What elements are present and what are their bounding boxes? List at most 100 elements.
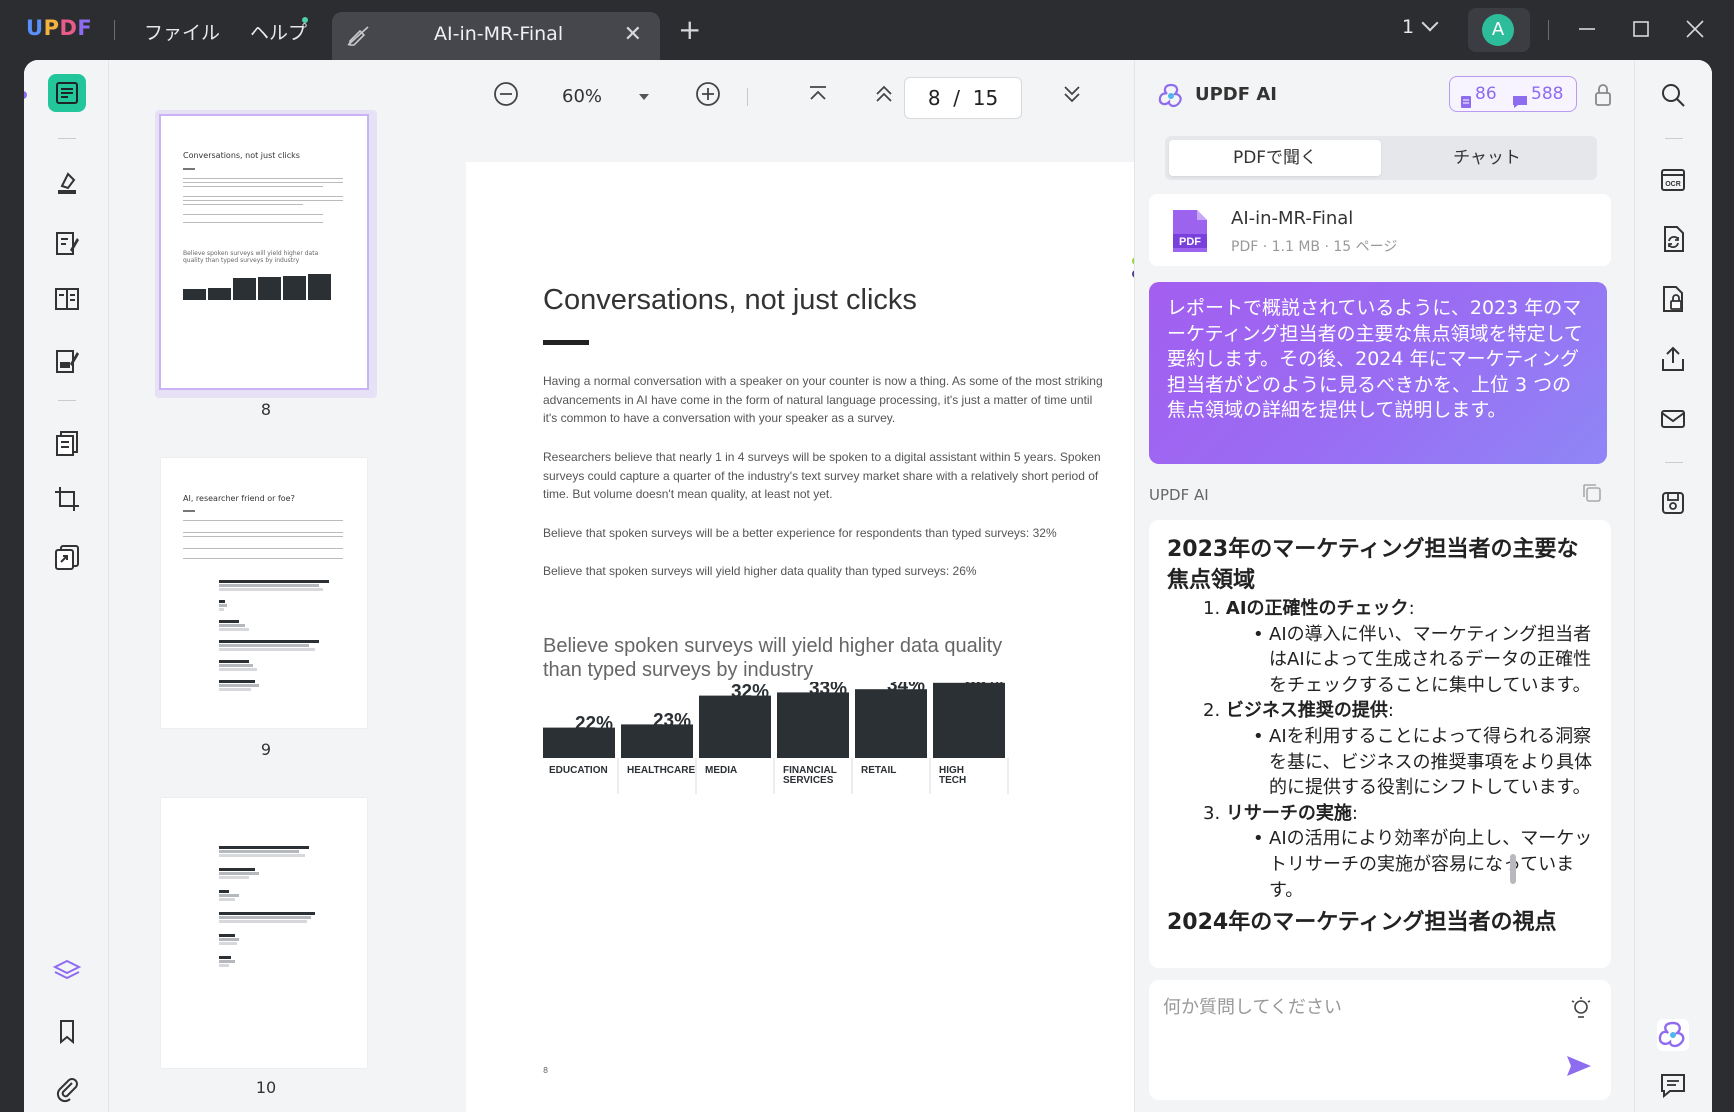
category-label: MEDIA — [705, 765, 737, 776]
thumb-hbar — [219, 854, 305, 857]
protect-pdf-icon[interactable] — [1658, 284, 1688, 314]
ai-credits-badge[interactable]: 86 588 — [1449, 76, 1577, 112]
zoom-level[interactable]: 60% — [562, 86, 602, 107]
category-label: RETAIL — [861, 765, 896, 776]
page-layout-button[interactable] — [48, 280, 86, 318]
thumb-bar — [258, 277, 281, 300]
ai-response-card[interactable]: 2023年のマーケティング担当者の主要な焦点領域 1. AIの正確性のチェック:… — [1149, 520, 1611, 968]
minimize-icon[interactable] — [1572, 14, 1602, 44]
chevron-down-icon — [1421, 14, 1439, 32]
thumb-hbar — [219, 942, 237, 945]
pdf-page[interactable]: Conversations, not just clicks Having a … — [466, 162, 1136, 1112]
item-number: 3. — [1203, 802, 1221, 824]
zoom-dropdown-icon[interactable] — [639, 94, 649, 100]
edit-pdf-button[interactable] — [48, 224, 86, 262]
item-title: AIの正確性のチェック — [1225, 598, 1409, 619]
lightbulb-icon[interactable] — [1569, 996, 1593, 1022]
crop-tool-button[interactable] — [48, 480, 86, 518]
save-icon[interactable] — [1658, 488, 1688, 518]
thumb-text-line — [183, 200, 343, 201]
thumb-text-line — [183, 548, 343, 549]
email-icon[interactable] — [1658, 404, 1688, 434]
thumbnail-panel[interactable]: Conversations, not just clicks Believe s… — [108, 60, 442, 1112]
total-pages: 15 — [972, 86, 999, 110]
avatar: A — [1482, 14, 1514, 46]
item-number: 1. — [1203, 598, 1221, 619]
category-label: SERVICES — [783, 775, 834, 786]
svg-text:OCR: OCR — [1665, 181, 1681, 188]
page-heading: Conversations, not just clicks — [543, 284, 917, 316]
item-title: ビジネス推奨の提供 — [1225, 700, 1388, 722]
file-meta: PDF · 1.1 MB · 15 ページ — [1231, 239, 1398, 255]
zoom-in-icon[interactable] — [694, 80, 722, 108]
chat-credits: 588 — [1531, 84, 1564, 104]
convert-tool-button[interactable] — [48, 538, 86, 576]
new-tab-button[interactable]: + — [678, 16, 701, 44]
send-icon[interactable] — [1565, 1054, 1593, 1078]
updf-ai-toggle-icon[interactable] — [1656, 1018, 1690, 1052]
thumb-title: Conversations, not just clicks — [183, 151, 300, 160]
attachments-button[interactable] — [48, 1070, 86, 1108]
pages-icon — [56, 431, 78, 456]
menu-file[interactable]: ファイル — [144, 18, 220, 45]
response-list: 1. AIの正確性のチェック: AIの導入に伴い、マーケティング担当者はAIによ… — [1167, 596, 1593, 903]
page-thumbnail-8[interactable]: Conversations, not just clicks Believe s… — [159, 114, 369, 390]
document-credit-icon — [1460, 87, 1472, 121]
question-input[interactable] — [1163, 992, 1533, 1022]
updf-logo[interactable]: UPDF — [26, 16, 92, 40]
ocr-icon[interactable]: OCR — [1658, 164, 1688, 194]
thumb-hbar — [219, 628, 249, 631]
ai-mode-tabs: PDFで聞く チャット — [1165, 136, 1597, 180]
previous-page-icon[interactable] — [870, 80, 898, 108]
response-heading: 2023年のマーケティング担当者の主要な焦点領域 — [1167, 537, 1579, 593]
close-window-icon[interactable] — [1680, 14, 1710, 44]
organize-pages-button[interactable] — [48, 424, 86, 462]
thumb-hbar — [219, 640, 319, 643]
document-tab[interactable]: AI-in-MR-Final ✕ — [332, 12, 660, 60]
page-thumbnail-9[interactable]: AI, researcher friend or foe? — [161, 458, 367, 728]
zoom-out-icon[interactable] — [492, 80, 520, 108]
tab-close-icon[interactable]: ✕ — [624, 22, 642, 47]
page-thumbnail-10[interactable] — [161, 798, 367, 1068]
layers-button[interactable] — [48, 952, 86, 990]
bar-value-label: 23% — [653, 710, 691, 731]
thumb-hbar — [219, 916, 311, 919]
comment-tool-button[interactable] — [48, 164, 86, 202]
layers-icon — [52, 959, 82, 980]
bar-2 — [699, 695, 771, 758]
convert-pdf-icon[interactable] — [1658, 224, 1688, 254]
thumb-title: AI, researcher friend or foe? — [183, 494, 295, 503]
thumb-hbar — [219, 648, 315, 651]
bookmarks-button[interactable] — [48, 1012, 86, 1050]
tab-chat[interactable]: チャット — [1381, 140, 1593, 176]
maximize-icon[interactable] — [1626, 14, 1656, 44]
paragraph-3: Believe that spoken surveys will be a be… — [543, 526, 1057, 540]
reader-mode-button[interactable] — [48, 74, 86, 112]
account-button[interactable]: A — [1468, 8, 1530, 52]
copy-icon[interactable] — [1581, 482, 1603, 504]
share-icon[interactable] — [1658, 344, 1688, 374]
file-card[interactable]: PDF AI-in-MR-Final PDF · 1.1 MB · 15 ページ — [1149, 194, 1611, 266]
thumb-rule — [183, 510, 195, 512]
thumb-hbar — [219, 872, 259, 875]
tab-title: AI-in-MR-Final — [434, 23, 564, 45]
privacy-lock-icon[interactable] — [1593, 82, 1613, 108]
chat-credit-icon — [1512, 87, 1528, 121]
next-page-icon[interactable] — [1058, 80, 1086, 108]
category-label: TECH — [939, 775, 966, 786]
page-layout-icon — [55, 288, 79, 310]
thumb-hbar — [219, 894, 239, 897]
thumb-hbar — [219, 964, 229, 967]
page-number-input[interactable]: 8 / 15 — [904, 77, 1022, 119]
tab-ask-pdf[interactable]: PDFで聞く — [1169, 140, 1381, 176]
document-viewer[interactable]: 60% 8 / 15 Conversations, not just click… — [442, 60, 1136, 1112]
fill-sign-button[interactable] — [48, 342, 86, 380]
response-scrollbar[interactable] — [1510, 854, 1516, 884]
comments-icon[interactable] — [1658, 1070, 1688, 1100]
thumb-hbar — [219, 890, 229, 893]
first-page-icon[interactable] — [804, 80, 832, 108]
window-selector[interactable]: 1 — [1402, 14, 1439, 38]
menu-help[interactable]: ヘルプ — [250, 18, 307, 45]
search-icon[interactable] — [1658, 80, 1688, 110]
viewer-toolbar: 60% 8 / 15 — [442, 60, 1114, 130]
